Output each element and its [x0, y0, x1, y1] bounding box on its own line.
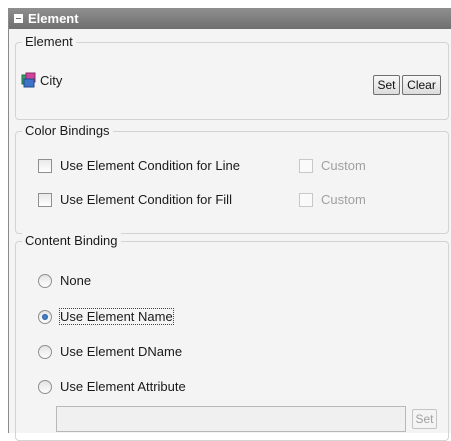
element-selection: City [20, 72, 62, 88]
binding-option-element-dname[interactable]: Use Element DName [38, 344, 182, 359]
line-custom-label: Custom [321, 158, 366, 173]
element-set-button[interactable]: Set [373, 75, 400, 95]
fill-condition-checkbox[interactable] [38, 192, 52, 207]
color-bindings-group: Color Bindings Use Element Condition for… [15, 123, 449, 234]
fill-custom-checkbox[interactable] [299, 192, 313, 207]
element-city-icon [20, 72, 38, 88]
fill-condition-row[interactable]: Use Element Condition for Fill [38, 192, 232, 207]
binding-option-element-attribute[interactable]: Use Element Attribute [38, 379, 186, 394]
element-panel: Element Element City Set Clear Color Bin… [8, 8, 451, 441]
binding-option-element-name[interactable]: Use Element Name [38, 308, 174, 325]
panel-titlebar[interactable]: Element [9, 8, 451, 29]
collapse-icon[interactable] [14, 14, 23, 23]
binding-element-name-radio[interactable] [38, 309, 52, 324]
binding-element-attribute-label: Use Element Attribute [60, 379, 186, 394]
binding-element-attribute-radio[interactable] [38, 379, 52, 394]
element-group: Element City Set Clear [15, 34, 449, 120]
binding-element-name-label: Use Element Name [59, 308, 174, 325]
attribute-input[interactable] [56, 406, 406, 432]
binding-option-none[interactable]: None [38, 273, 91, 288]
line-condition-row[interactable]: Use Element Condition for Line [38, 158, 240, 173]
attribute-set-button[interactable]: Set [412, 409, 437, 429]
content-binding-group: Content Binding None Use Element Name Us… [15, 233, 449, 441]
color-bindings-legend: Color Bindings [22, 123, 113, 138]
line-condition-label: Use Element Condition for Line [60, 158, 240, 173]
binding-element-dname-radio[interactable] [38, 344, 52, 359]
binding-element-dname-label: Use Element DName [60, 344, 183, 359]
element-group-legend: Element [22, 34, 76, 49]
element-clear-button[interactable]: Clear [402, 75, 441, 95]
line-custom-row[interactable]: Custom [299, 158, 366, 173]
panel-title: Element [28, 11, 79, 26]
line-condition-checkbox[interactable] [38, 158, 52, 173]
binding-none-label: None [60, 273, 92, 288]
line-custom-checkbox[interactable] [299, 158, 313, 173]
element-name: City [40, 72, 63, 88]
fill-custom-row[interactable]: Custom [299, 192, 366, 207]
fill-condition-label: Use Element Condition for Fill [60, 192, 232, 207]
fill-custom-label: Custom [321, 192, 366, 207]
content-binding-legend: Content Binding [22, 233, 121, 248]
binding-none-radio[interactable] [38, 273, 52, 288]
